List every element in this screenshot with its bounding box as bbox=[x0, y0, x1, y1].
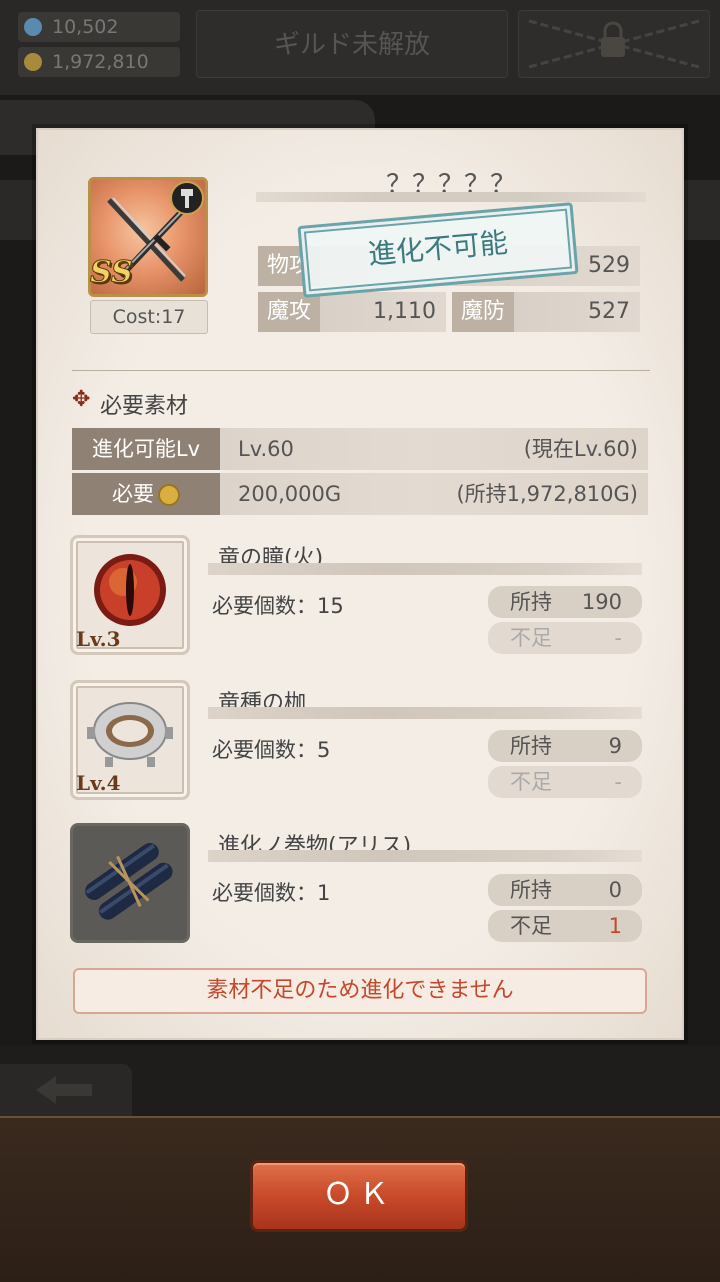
coin-counter: 1,972,810 bbox=[18, 47, 180, 77]
gem-value: 10,502 bbox=[52, 16, 119, 38]
gold-label: 必要 bbox=[112, 482, 154, 506]
shortage-value: - bbox=[614, 770, 622, 794]
stat-value: 1,110 bbox=[373, 299, 436, 324]
material-underline bbox=[208, 707, 642, 719]
material-required: 必要個数：5 bbox=[212, 738, 331, 762]
shortage-value: - bbox=[614, 626, 622, 650]
hammer-icon bbox=[170, 181, 204, 215]
material-level: Lv.3 bbox=[76, 627, 121, 651]
material-underline bbox=[208, 563, 642, 575]
guild-button[interactable]: ギルド未解放 bbox=[196, 10, 508, 78]
owned-label: 所持 bbox=[510, 734, 552, 758]
back-tab[interactable] bbox=[0, 1064, 132, 1116]
level-note: (現在Lv.60) bbox=[523, 437, 638, 461]
ok-button[interactable]: ＯＫ bbox=[250, 1160, 468, 1232]
owned-pill: 所持 0 bbox=[488, 874, 642, 906]
gold-requirement-row: 必要 200,000G (所持1,972,810G) bbox=[72, 473, 648, 515]
locked-button[interactable] bbox=[518, 10, 710, 78]
material-underline bbox=[208, 850, 642, 862]
material-required: 必要個数：15 bbox=[212, 594, 344, 618]
section-title: 必要素材 bbox=[100, 394, 189, 419]
material-level: Lv.4 bbox=[76, 771, 121, 795]
back-arrow-icon bbox=[36, 1076, 92, 1104]
stat-mag-attack: 魔攻 1,110 bbox=[258, 292, 446, 332]
owned-pill: 所持 190 bbox=[488, 586, 642, 618]
coin-icon bbox=[158, 484, 180, 506]
owned-label: 所持 bbox=[510, 878, 552, 902]
name-underline bbox=[256, 192, 646, 202]
gem-icon bbox=[24, 18, 42, 36]
stat-value: 529 bbox=[588, 253, 630, 278]
shortage-label: 不足 bbox=[510, 626, 552, 650]
cost-label: Cost:17 bbox=[90, 300, 208, 334]
scroll-icon bbox=[85, 843, 173, 920]
gem-counter: 10,502 bbox=[18, 12, 180, 42]
rarity-badge: SS bbox=[90, 255, 134, 291]
coin-value: 1,972,810 bbox=[52, 51, 149, 73]
material-icon-frame[interactable] bbox=[70, 823, 190, 943]
material-required: 必要個数：1 bbox=[212, 881, 331, 905]
gold-label-cell: 必要 bbox=[72, 473, 220, 515]
gold-note: (所持1,972,810G) bbox=[456, 482, 638, 506]
chain-lock-icon bbox=[528, 19, 700, 69]
owned-value: 190 bbox=[581, 590, 622, 614]
coin-icon bbox=[24, 53, 42, 71]
level-requirement-row: 進化可能Lv Lv.60 (現在Lv.60) bbox=[72, 428, 648, 470]
stat-label: 魔攻 bbox=[258, 292, 320, 332]
stat-value: 527 bbox=[588, 299, 630, 324]
divider bbox=[72, 370, 650, 371]
owned-value: 9 bbox=[608, 734, 622, 758]
insufficient-materials-message: 素材不足のため進化できません bbox=[73, 968, 647, 1014]
level-value: Lv.60 bbox=[238, 437, 294, 461]
shortage-pill: 不足 - bbox=[488, 766, 642, 798]
owned-value: 0 bbox=[608, 878, 622, 902]
shortage-pill: 不足 - bbox=[488, 622, 642, 654]
level-label: 進化可能Lv bbox=[72, 428, 220, 470]
shortage-label: 不足 bbox=[510, 914, 552, 938]
gold-value: 200,000G bbox=[238, 482, 342, 506]
stat-label: 魔防 bbox=[452, 292, 514, 332]
owned-label: 所持 bbox=[510, 590, 552, 614]
clover-icon: ✥ bbox=[72, 387, 91, 412]
shortage-value: 1 bbox=[608, 914, 622, 938]
owned-pill: 所持 9 bbox=[488, 730, 642, 762]
stat-mag-defense: 魔防 527 bbox=[452, 292, 640, 332]
shortage-pill: 不足 1 bbox=[488, 910, 642, 942]
shortage-label: 不足 bbox=[510, 770, 552, 794]
